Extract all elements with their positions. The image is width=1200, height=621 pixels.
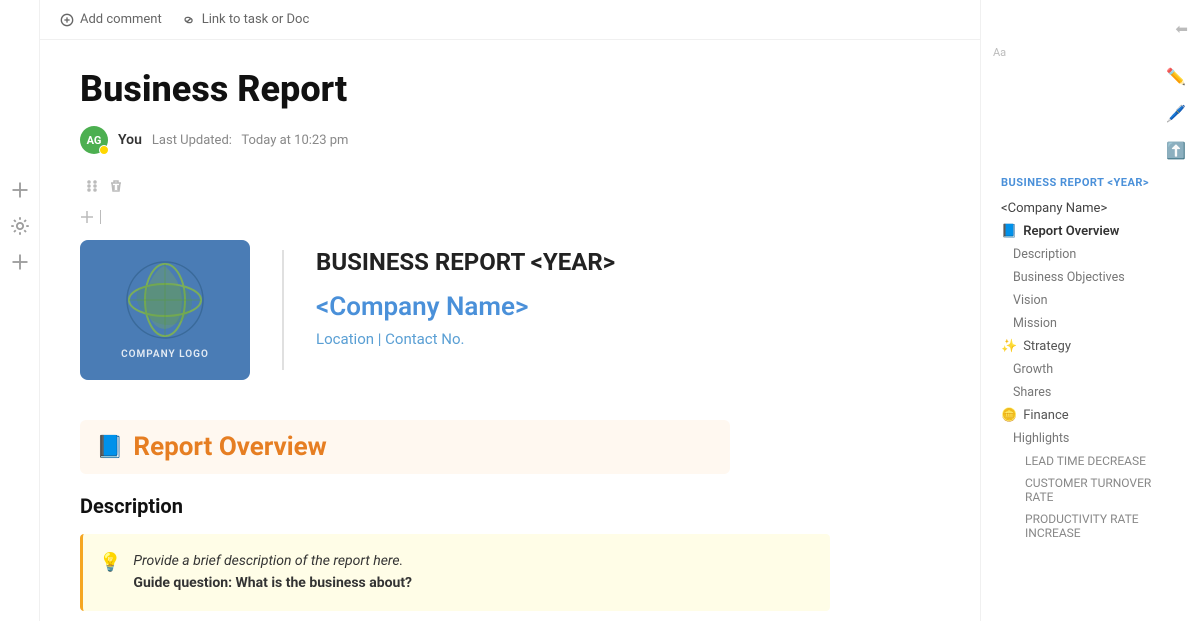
nav-label-highlights: Highlights <box>1013 431 1069 446</box>
settings-icon[interactable] <box>10 216 30 236</box>
insert-plus-icon[interactable] <box>80 210 94 224</box>
nav-label-report-overview: Report Overview <box>1023 224 1119 239</box>
row-controls <box>80 178 940 194</box>
add-icon[interactable] <box>10 252 30 272</box>
link-icon <box>182 13 196 27</box>
page-title: Business Report <box>80 68 940 110</box>
link-to-task-label: Link to task or Doc <box>202 12 310 27</box>
nav-item-description[interactable]: Description <box>993 243 1188 266</box>
nav-item-report-overview[interactable]: 📘 Report Overview <box>993 220 1188 243</box>
nav-item-customer-turnover[interactable]: CUSTOMER TURNOVER RATE <box>993 472 1188 508</box>
avatar-initials: AG <box>87 134 102 147</box>
nav-item-finance[interactable]: 🪙 Finance <box>993 404 1188 427</box>
nav-item-lead-time[interactable]: LEAD TIME DECREASE <box>993 450 1188 472</box>
delete-icon[interactable] <box>108 178 124 194</box>
company-logo: COMPANY LOGO <box>80 240 250 380</box>
company-logo-label: COMPANY LOGO <box>121 348 209 361</box>
section-heading-text: Report Overview <box>133 432 326 462</box>
callout-line2: Guide question: What is the business abo… <box>133 575 412 591</box>
company-logo-svg <box>125 260 205 340</box>
add-comment-button[interactable]: Add comment <box>60 12 162 27</box>
section-heading-emoji: 📘 <box>96 435 123 460</box>
comment-icon <box>60 13 74 27</box>
nav-label-customer-turnover: CUSTOMER TURNOVER RATE <box>1025 476 1180 504</box>
nav-item-shares[interactable]: Shares <box>993 381 1188 404</box>
nav-emoji-strategy: ✨ <box>1001 339 1017 354</box>
left-sidebar <box>0 0 40 621</box>
company-report-title: BUSINESS REPORT <YEAR> <box>316 248 615 276</box>
nav-item-mission[interactable]: Mission <box>993 312 1188 335</box>
nav-label-lead-time: LEAD TIME DECREASE <box>1025 454 1146 468</box>
nav-item-highlights[interactable]: Highlights <box>993 427 1188 450</box>
nav-label-business-objectives: Business Objectives <box>1013 270 1125 285</box>
font-size-icon[interactable]: Aa <box>993 46 1006 59</box>
company-card: COMPANY LOGO BUSINESS REPORT <YEAR> <Com… <box>80 240 940 380</box>
nav-label-growth: Growth <box>1013 362 1053 377</box>
avatar-badge <box>99 145 109 155</box>
nav-label-strategy: Strategy <box>1023 339 1071 354</box>
last-updated-static: Last Updated: <box>152 133 232 148</box>
author-name: You <box>118 132 142 148</box>
nav-item-strategy[interactable]: ✨ Strategy <box>993 335 1188 358</box>
collapse-icon[interactable]: ⬅ <box>1175 20 1188 38</box>
author-row: AG You Last Updated: Today at 10:23 pm <box>80 126 940 154</box>
company-divider <box>282 250 284 370</box>
nav-emoji-report: 📘 <box>1001 224 1017 239</box>
last-updated-value: Today at 10:23 pm <box>241 133 348 148</box>
top-right-actions: ⬅ <box>981 12 1200 46</box>
callout-line1: Provide a brief description of the repor… <box>133 553 403 569</box>
nav-label-vision: Vision <box>1013 293 1048 308</box>
callout-block: 💡 Provide a brief description of the rep… <box>80 534 830 611</box>
right-sidebar: ⬅ Aa ✏️ 🖊️ ⬆️ BUSINESS REPORT <YEAR> <Co… <box>980 0 1200 621</box>
nav-emoji-finance: 🪙 <box>1001 408 1017 423</box>
description-title: Description <box>80 494 940 518</box>
nav-label-mission: Mission <box>1013 316 1057 331</box>
nav-label-productivity: PRODUCTIVITY RATE INCREASE <box>1025 512 1180 540</box>
nav-item-productivity[interactable]: PRODUCTIVITY RATE INCREASE <box>993 508 1188 544</box>
nav-label-description: Description <box>1013 247 1076 262</box>
insert-row <box>80 210 940 224</box>
pen-icon[interactable]: 🖊️ <box>1166 104 1186 123</box>
toolbar: Add comment Link to task or Doc <box>40 0 980 40</box>
company-contact: Location | Contact No. <box>316 330 615 348</box>
add-comment-label: Add comment <box>80 12 162 27</box>
drag-handle-icon[interactable] <box>84 178 100 194</box>
last-updated-label: Last Updated: Today at 10:23 pm <box>152 133 349 148</box>
document-area: Business Report AG You Last Updated: Tod… <box>40 40 980 621</box>
nav-label-shares: Shares <box>1013 385 1051 400</box>
add-block-icon[interactable] <box>10 180 30 200</box>
nav-title: BUSINESS REPORT <YEAR> <box>993 172 1188 197</box>
avatar: AG <box>80 126 108 154</box>
nav-item-business-objectives[interactable]: Business Objectives <box>993 266 1188 289</box>
main-content: Add comment Link to task or Doc Business… <box>40 0 980 621</box>
nav-item-vision[interactable]: Vision <box>993 289 1188 312</box>
edit-icon[interactable]: ✏️ <box>1166 67 1186 86</box>
callout-emoji: 💡 <box>99 552 121 573</box>
sidebar-nav: BUSINESS REPORT <YEAR> <Company Name> 📘 … <box>981 172 1200 609</box>
callout-text: Provide a brief description of the repor… <box>133 550 412 595</box>
section-heading-report-overview: 📘 Report Overview <box>80 420 730 474</box>
nav-label-finance: Finance <box>1023 408 1068 423</box>
nav-item-growth[interactable]: Growth <box>993 358 1188 381</box>
share-icon[interactable]: ⬆️ <box>1166 141 1186 160</box>
company-name: <Company Name> <box>316 292 615 322</box>
link-to-task-button[interactable]: Link to task or Doc <box>182 12 310 27</box>
company-info: BUSINESS REPORT <YEAR> <Company Name> Lo… <box>316 240 615 348</box>
nav-company[interactable]: <Company Name> <box>993 197 1188 220</box>
